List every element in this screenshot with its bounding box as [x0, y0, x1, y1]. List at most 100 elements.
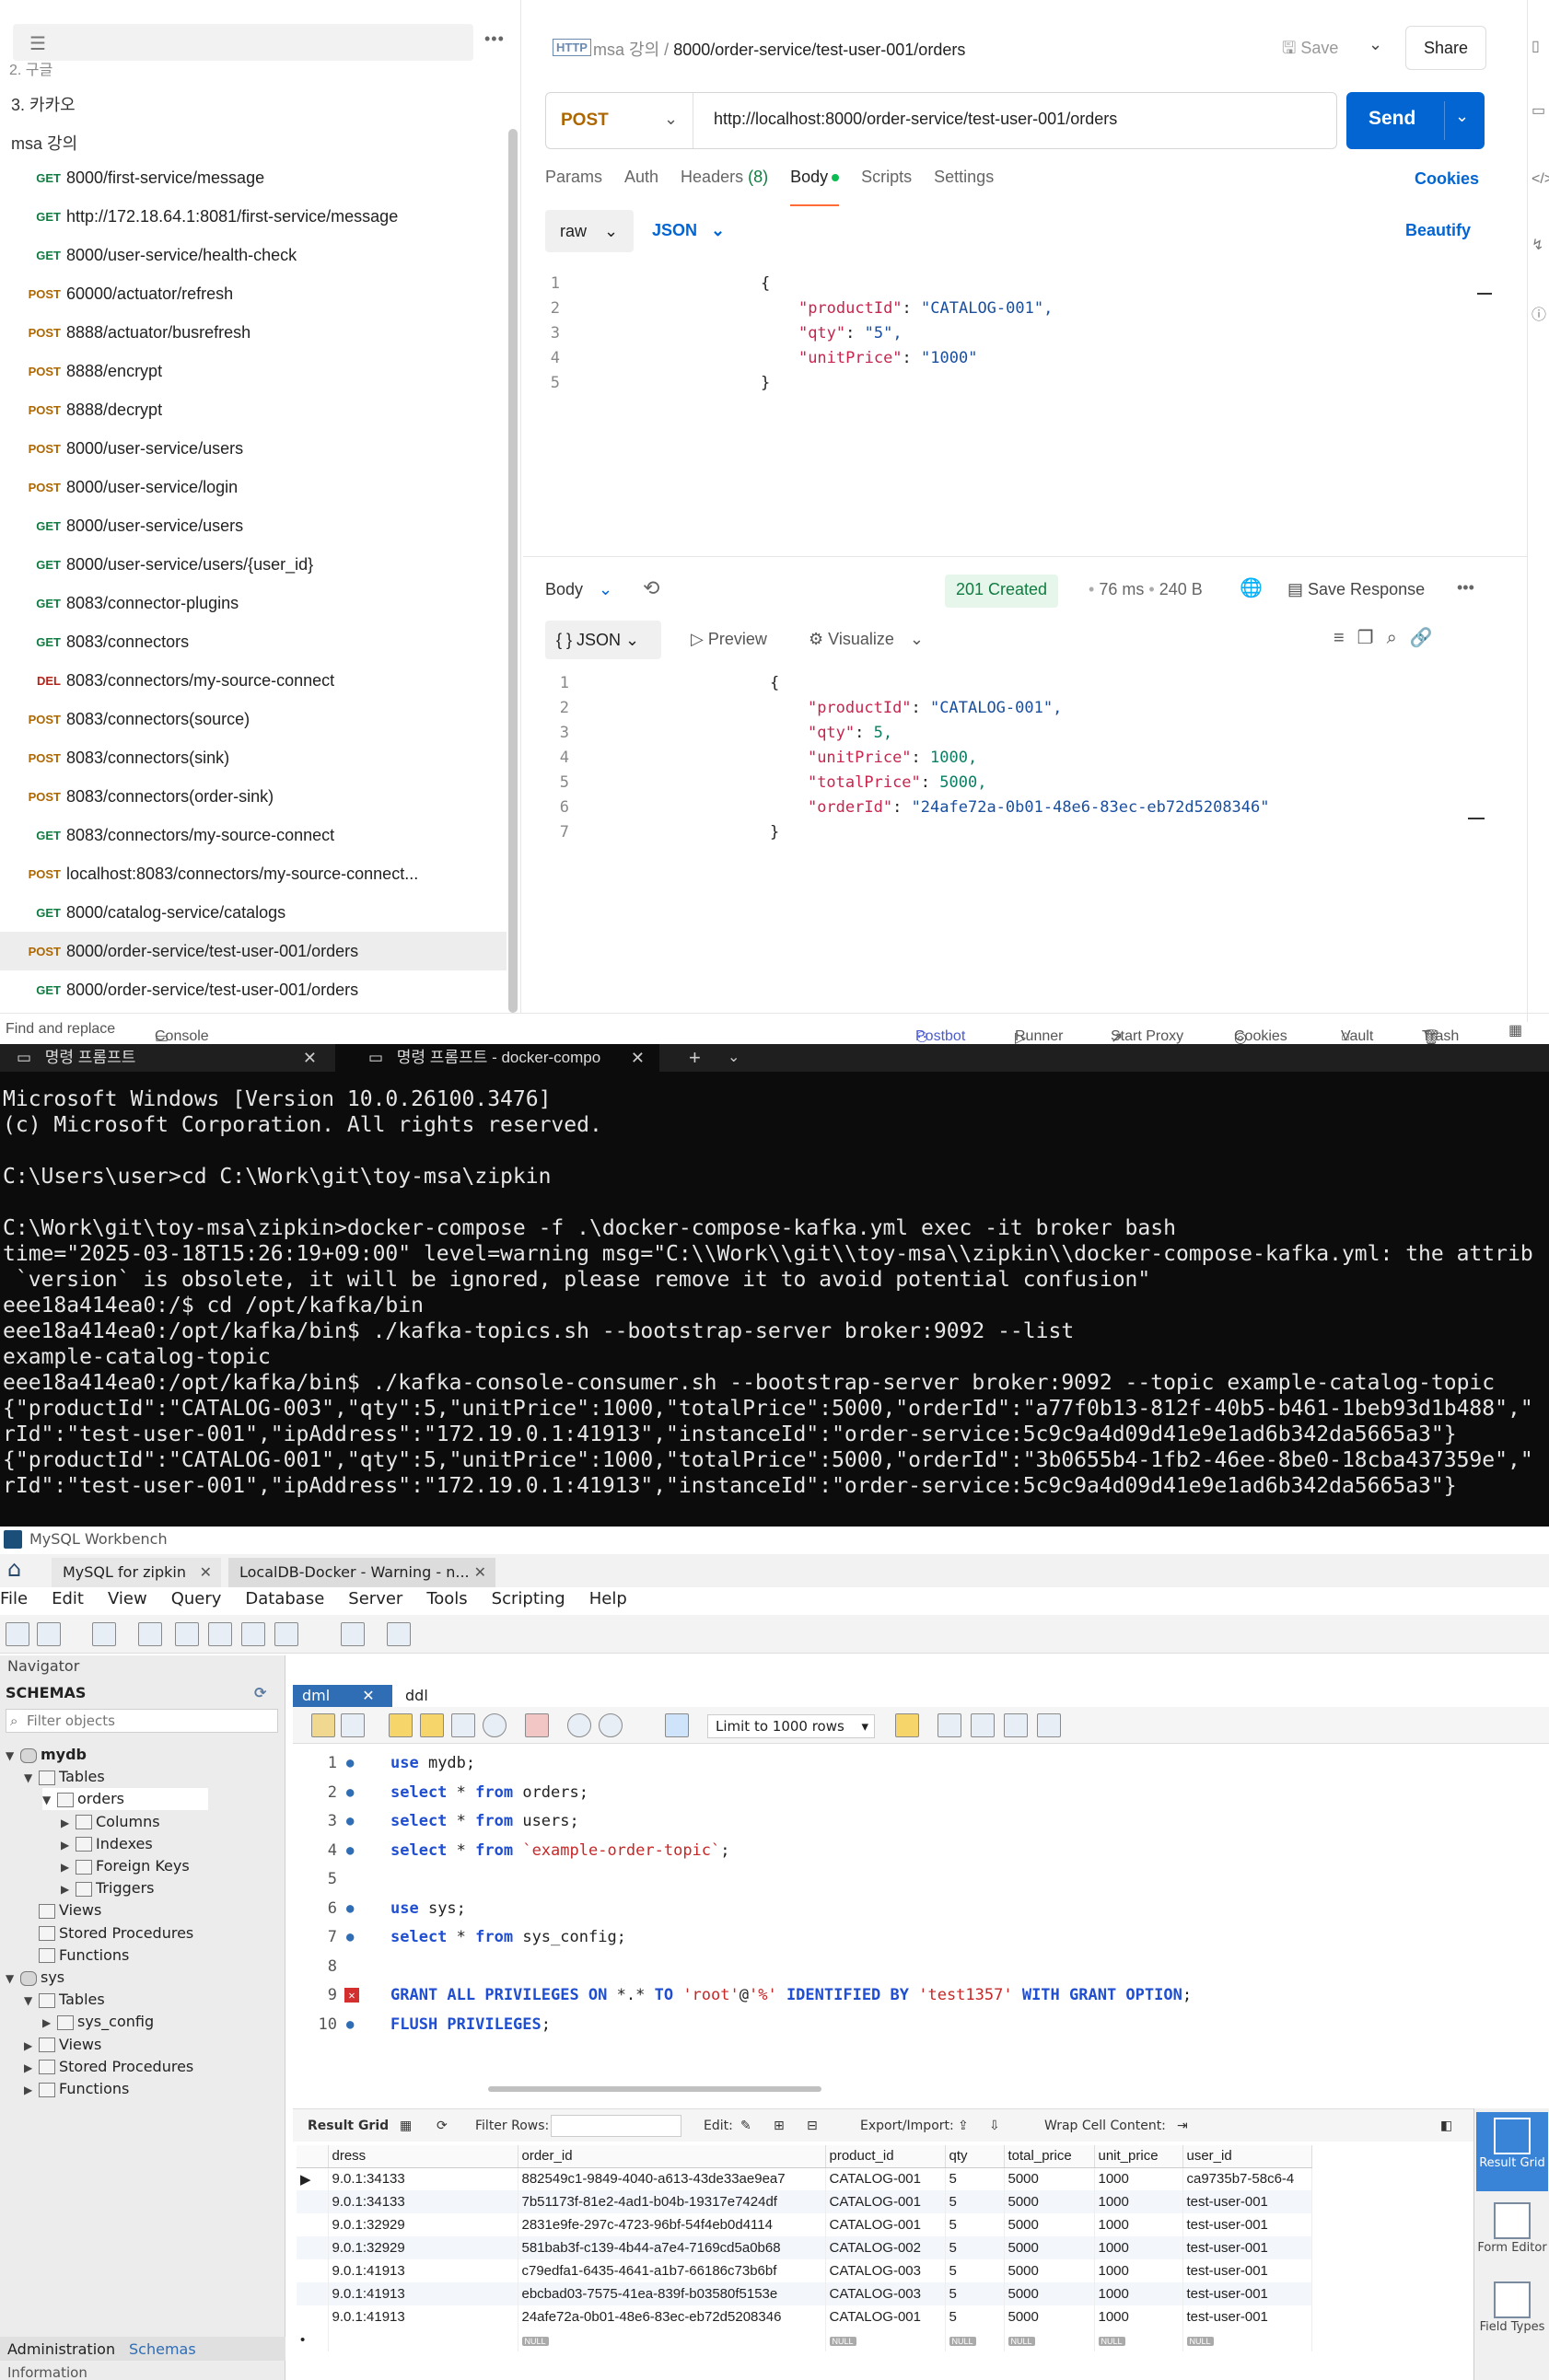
expand-icon[interactable]: ▼	[6, 1968, 20, 1990]
editor-horizontal-scrollbar[interactable]	[488, 2086, 821, 2092]
form-editor-button[interactable]: Form Editor	[1476, 2197, 1548, 2270]
request-item[interactable]: POST 8888/encrypt	[0, 352, 507, 390]
menu-database[interactable]: Database	[245, 1589, 324, 1613]
open-file-icon[interactable]	[311, 1713, 335, 1737]
table-cell[interactable]: CATALOG-001	[825, 2190, 946, 2213]
null-cell[interactable]: NULL	[825, 2328, 946, 2351]
send-button[interactable]: Send ⌄	[1346, 92, 1485, 149]
table-cell[interactable]: 882549c1-9849-4040-a613-43de33ae9ea7	[518, 2167, 826, 2190]
bookmark-icon[interactable]	[895, 1713, 919, 1737]
request-item[interactable]: POST 8083/connectors(source)	[0, 700, 507, 738]
chevron-down-icon[interactable]: ⌄	[664, 110, 678, 129]
wrap-cell-icon[interactable]: ⇥	[1177, 2119, 1188, 2133]
docs-icon[interactable]: ▯	[1532, 37, 1540, 55]
table-cell[interactable]: test-user-001	[1182, 2282, 1312, 2305]
table-cell[interactable]: ca9735b7-58c6-4	[1182, 2167, 1312, 2190]
collapse-icon[interactable]: ▶	[61, 1834, 76, 1856]
request-item[interactable]: GET 8000/user-service/users	[0, 506, 507, 545]
table-row[interactable]: 9.0.1:32929 2831e9fe-297c-4723-96bf-54f4e…	[297, 2213, 1312, 2236]
table-cell[interactable]: 9.0.1:41913	[328, 2259, 518, 2282]
request-item[interactable]: GET 8000/catalog-service/catalogs	[0, 893, 507, 932]
table-cell[interactable]: 5	[945, 2259, 1005, 2282]
explain-icon[interactable]	[451, 1713, 475, 1737]
null-cell[interactable]: NULL	[518, 2328, 826, 2351]
open-sql-icon[interactable]	[37, 1622, 61, 1646]
table-row[interactable]: 9.0.1:41913 24afe72a-0b01-48e6-83ec-eb72d…	[297, 2305, 1312, 2328]
execute-current-icon[interactable]	[420, 1713, 444, 1737]
column-header[interactable]: order_id	[518, 2145, 826, 2168]
cookies-link[interactable]: Cookies	[1415, 169, 1479, 189]
tree-item-triggers[interactable]: ▶ Triggers	[61, 1877, 155, 1899]
table-row[interactable]: 9.0.1:34133 7b51173f-81e2-4ad1-b04b-19317…	[297, 2190, 1312, 2213]
edit-row-icon[interactable]: ✎	[740, 2119, 751, 2133]
table-cell[interactable]: CATALOG-001	[825, 2167, 946, 2190]
table-cell[interactable]: test-user-001	[1182, 2236, 1312, 2259]
request-item[interactable]: POST 8888/actuator/busrefresh	[0, 313, 507, 352]
close-icon[interactable]: ✕	[303, 1044, 317, 1072]
beautify-button[interactable]: Beautify	[1405, 221, 1471, 240]
collapse-icon[interactable]: ▶	[61, 1878, 76, 1900]
copy-icon[interactable]: ❐	[1357, 628, 1387, 648]
request-item[interactable]: POST 8000/user-service/users	[0, 429, 507, 468]
table-cell[interactable]: 1000	[1094, 2305, 1183, 2328]
add-row-icon[interactable]: ⊞	[774, 2119, 785, 2133]
table-cell[interactable]: 1000	[1094, 2259, 1183, 2282]
tab-ddl[interactable]: ddl	[396, 1685, 451, 1707]
request-item[interactable]: GET 8000/user-service/users/{user_id}	[0, 545, 507, 584]
field-types-button[interactable]: Field Types	[1476, 2276, 1548, 2350]
table-row[interactable]: 9.0.1:41913 ebcbad03-7575-41ea-839f-b0358…	[297, 2282, 1312, 2305]
request-item[interactable]: POST 8083/connectors(order-sink)	[0, 777, 507, 816]
limit-rows-select[interactable]: Limit to 1000 rows ▾	[707, 1714, 875, 1738]
import-icon[interactable]: ⇩	[989, 2119, 1000, 2133]
tree-item-indexes[interactable]: ▶ Indexes	[61, 1833, 153, 1855]
collapse-icon[interactable]: ▶	[61, 1856, 76, 1878]
preview-button[interactable]: ▷ Preview	[691, 630, 767, 649]
tab-scripts[interactable]: Scripts	[861, 168, 912, 208]
table-cell[interactable]: test-user-001	[1182, 2259, 1312, 2282]
create-schema-icon[interactable]	[138, 1622, 162, 1646]
tree-item-tables[interactable]: ▼ Tables	[24, 1766, 105, 1788]
status-badge[interactable]: 201 Created	[945, 575, 1059, 608]
tab-body[interactable]: Body	[790, 168, 840, 206]
table-cell[interactable]: 1000	[1094, 2282, 1183, 2305]
body-mode-select[interactable]: raw ⌄	[545, 210, 634, 252]
home-icon[interactable]: ⌂	[7, 1556, 21, 1582]
table-cell[interactable]: 5	[945, 2167, 1005, 2190]
table-row[interactable]: 9.0.1:41913 c79edfa1-6435-4641-a1b7-66186…	[297, 2259, 1312, 2282]
tree-item-sys[interactable]: ▼ sys	[6, 1967, 64, 1989]
tree-item-columns[interactable]: ▶ Columns	[61, 1811, 160, 1833]
new-sql-tab-icon[interactable]	[6, 1622, 29, 1646]
tree-item-sys_config[interactable]: ▶ sys_config	[42, 2011, 154, 2033]
close-icon[interactable]: ✕	[631, 1044, 645, 1072]
request-item[interactable]: GET http://172.18.64.1:8081/first-service…	[0, 197, 507, 236]
close-icon[interactable]: ✕	[200, 1558, 212, 1587]
null-cell[interactable]	[328, 2328, 518, 2351]
share-button[interactable]: Share	[1405, 26, 1486, 70]
null-cell[interactable]: NULL	[1004, 2328, 1095, 2351]
search-table-icon[interactable]	[341, 1622, 365, 1646]
toggle-panel-icon[interactable]: ◧	[1440, 2119, 1452, 2133]
tree-item-functions[interactable]: Functions	[24, 1945, 129, 1967]
menu-help[interactable]: Help	[589, 1589, 627, 1613]
collapse-icon[interactable]: ▶	[24, 2035, 39, 2057]
table-cell[interactable]: 7b51173f-81e2-4ad1-b04b-19317e7424df	[518, 2190, 826, 2213]
link-icon[interactable]: 🔗	[1410, 628, 1446, 648]
tab-settings[interactable]: Settings	[934, 168, 994, 208]
inspector-icon[interactable]	[92, 1622, 116, 1646]
table-cell[interactable]: c79edfa1-6435-4641-a1b7-66186c73b6bf	[518, 2259, 826, 2282]
terminal-tab-cmd[interactable]: ▭ 명령 프롬프트 ✕	[0, 1044, 332, 1072]
body-language-select[interactable]: JSON ⌄	[652, 221, 725, 240]
comments-icon[interactable]: ▭	[1532, 101, 1545, 120]
rollback-icon[interactable]	[599, 1713, 623, 1737]
collapse-icon[interactable]: ▶	[24, 2079, 39, 2101]
table-cell[interactable]: 24afe72a-0b01-48e6-83ec-eb72d5208346	[518, 2305, 826, 2328]
filter-objects-input[interactable]: ⌕ Filter objects	[6, 1709, 278, 1733]
table-cell[interactable]: test-user-001	[1182, 2213, 1312, 2236]
send-dropdown-icon[interactable]: ⌄	[1455, 107, 1469, 126]
request-item[interactable]: POST 60000/actuator/refresh	[0, 274, 507, 313]
table-cell[interactable]: 5	[945, 2213, 1005, 2236]
table-cell[interactable]: CATALOG-003	[825, 2282, 946, 2305]
tab-dml[interactable]: dml ✕	[293, 1685, 392, 1707]
request-item[interactable]: POST 8000/order-service/test-user-001/ord…	[0, 932, 507, 970]
table-cell[interactable]: 5	[945, 2190, 1005, 2213]
